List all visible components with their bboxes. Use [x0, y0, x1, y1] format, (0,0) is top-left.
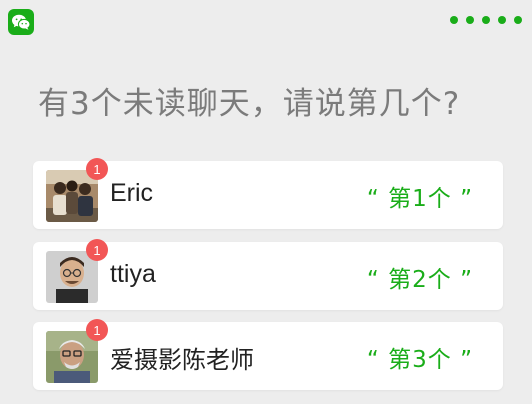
chat-item-chen[interactable]: 1 爱摄影陈老师 “ 第3个 ” — [33, 319, 503, 390]
avatar-wrap: 1 — [46, 239, 108, 303]
dot — [450, 16, 458, 24]
voice-hint: “ 第2个 ” — [366, 267, 473, 293]
avatar-wrap: 1 — [46, 158, 108, 222]
chat-name: ttiya — [110, 260, 156, 288]
voice-hint: “ 第3个 ” — [366, 347, 473, 373]
chat-item-ttiya[interactable]: 1 ttiya “ 第2个 ” — [33, 239, 503, 310]
dot — [498, 16, 506, 24]
dot — [466, 16, 474, 24]
chat-name: Eric — [110, 179, 154, 207]
chat-item-eric[interactable]: 1 Eric “ 第1个 ” — [33, 158, 503, 229]
wechat-icon[interactable] — [8, 9, 34, 35]
unread-badge: 1 — [86, 239, 108, 261]
unread-badge: 1 — [86, 158, 108, 180]
voice-hint: “ 第1个 ” — [366, 186, 473, 212]
dot — [482, 16, 490, 24]
avatar-wrap: 1 — [46, 319, 108, 383]
more-dots-icon[interactable] — [450, 16, 522, 24]
dot — [514, 16, 522, 24]
chat-name: 爱摄影陈老师 — [110, 346, 254, 374]
voice-prompt: 有3个未读聊天，请说第几个? — [38, 86, 461, 122]
unread-badge: 1 — [86, 319, 108, 341]
